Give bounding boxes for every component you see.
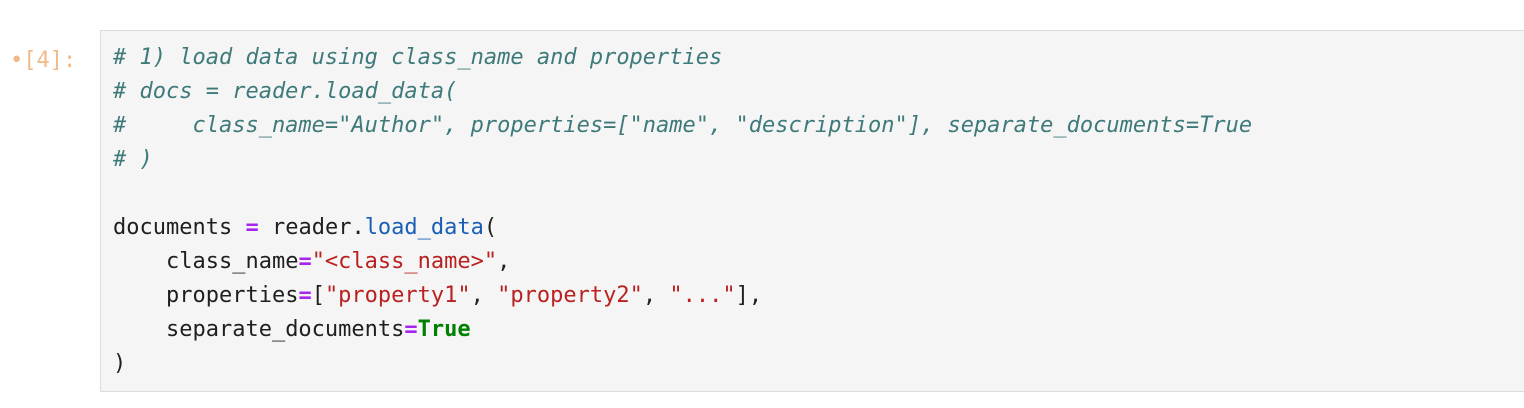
string-literal: "property1" bbox=[324, 283, 471, 308]
modified-indicator: • bbox=[10, 48, 24, 73]
code-line-9: separate_documents=True bbox=[113, 313, 1252, 347]
comment-text: # class_name="Author", properties=["name… bbox=[113, 113, 1253, 138]
variable-name: documents bbox=[113, 215, 233, 240]
keyword-argument: class_name bbox=[165, 249, 299, 274]
separator: , bbox=[642, 283, 670, 308]
assign-operator: = bbox=[245, 215, 259, 240]
open-paren: ( bbox=[483, 215, 498, 240]
keyword-argument: properties bbox=[165, 283, 299, 308]
code-line-4: # ) bbox=[113, 143, 1252, 177]
code-line-2: # docs = reader.load_data( bbox=[113, 75, 1252, 109]
code-line-3: # class_name="Author", properties=["name… bbox=[113, 109, 1252, 143]
code-line-1: # 1) load data using class_name and prop… bbox=[113, 41, 1252, 75]
equals-operator: = bbox=[298, 249, 312, 274]
method-name: load_data bbox=[364, 215, 484, 240]
code-editor[interactable]: # 1) load data using class_name and prop… bbox=[100, 30, 1524, 392]
equals-operator: = bbox=[298, 283, 312, 308]
execution-prompt: •[4]: bbox=[10, 44, 76, 78]
boolean-keyword: True bbox=[417, 317, 471, 342]
string-literal: "..." bbox=[669, 283, 736, 308]
list-open: [ bbox=[311, 283, 325, 308]
list-close: ], bbox=[735, 283, 763, 308]
equals-operator: = bbox=[404, 317, 418, 342]
code-content: # 1) load data using class_name and prop… bbox=[113, 41, 1252, 381]
code-line-5-blank bbox=[113, 177, 1252, 211]
notebook-code-cell: •[4]: # 1) load data using class_name an… bbox=[0, 0, 1524, 408]
close-paren: ) bbox=[113, 351, 127, 376]
execution-count: [4]: bbox=[23, 48, 77, 73]
comment-text: # ) bbox=[113, 147, 153, 172]
comment-text: # docs = reader.load_data( bbox=[113, 79, 458, 104]
comma: , bbox=[497, 249, 511, 274]
code-line-7: class_name="<class_name>", bbox=[113, 245, 1252, 279]
keyword-argument: separate_documents bbox=[165, 317, 405, 342]
separator: , bbox=[470, 283, 498, 308]
object-name: reader. bbox=[271, 215, 365, 240]
string-literal: "property2" bbox=[497, 283, 643, 308]
code-line-10: ) bbox=[113, 347, 1252, 381]
string-literal: "<class_name>" bbox=[311, 249, 498, 274]
code-line-6: documents = reader.load_data( bbox=[113, 211, 1252, 245]
code-line-8: properties=["property1", "property2", ".… bbox=[113, 279, 1252, 313]
comment-text: # 1) load data using class_name and prop… bbox=[113, 45, 723, 70]
